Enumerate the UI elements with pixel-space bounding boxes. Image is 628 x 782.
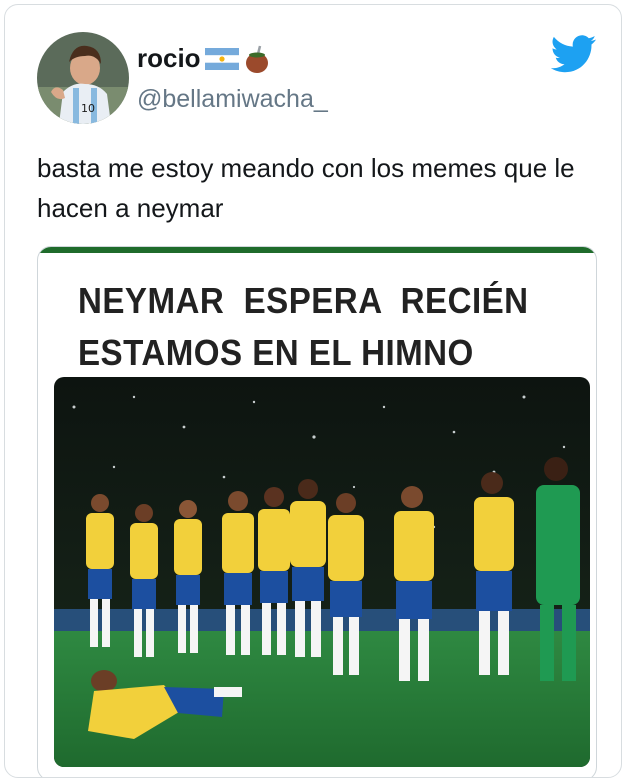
meme-caption-line-2: ESTAMOS EN EL HIMNO xyxy=(78,332,474,373)
argentina-flag-icon xyxy=(204,47,239,70)
meme-caption: NEYMAR ESPERA RECIÉN ESTAMOS EN EL HIMNO xyxy=(78,275,529,379)
meme-caption-line-1: NEYMAR ESPERA RECIÉN xyxy=(78,280,529,321)
twitter-bird-icon[interactable] xyxy=(550,35,597,78)
football-team-anthem-image xyxy=(54,377,590,767)
tweet-media[interactable]: NEYMAR ESPERA RECIÉN ESTAMOS EN EL HIMNO xyxy=(37,246,597,777)
mate-cup-icon xyxy=(245,45,268,73)
svg-text:10: 10 xyxy=(81,102,95,115)
meme-top-border xyxy=(38,247,596,253)
meme-photo xyxy=(54,377,590,767)
avatar[interactable]: 10 xyxy=(37,32,129,124)
avatar-image: 10 xyxy=(37,32,129,124)
display-name[interactable]: rocio xyxy=(137,43,271,74)
user-handle[interactable]: @bellamiwacha_ xyxy=(137,85,328,114)
display-name-text: rocio xyxy=(137,43,201,73)
tweet-card: 10 rocio @bellamiwacha_ basta me estoy m… xyxy=(4,4,622,778)
tweet-text: basta me estoy meando con los memes que … xyxy=(37,153,575,223)
